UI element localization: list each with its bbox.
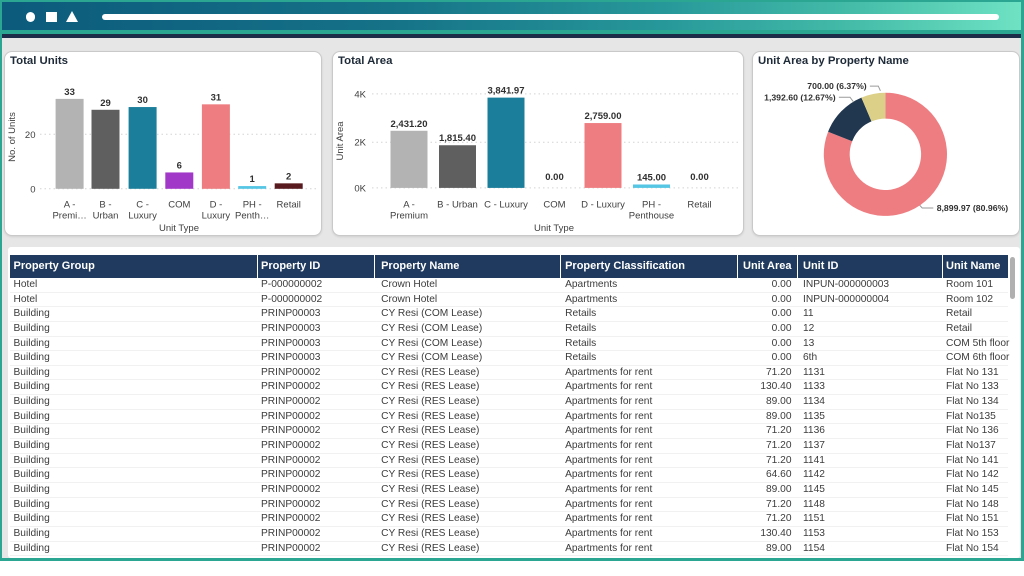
svg-text:700.00 (6.37%): 700.00 (6.37%) <box>807 81 867 91</box>
svg-text:Retail: Retail <box>276 200 300 211</box>
svg-text:Urban: Urban <box>92 211 118 222</box>
svg-text:1: 1 <box>249 174 255 185</box>
svg-text:4K: 4K <box>354 89 366 100</box>
svg-text:2: 2 <box>286 171 291 182</box>
svg-text:1,392.60 (12.67%): 1,392.60 (12.67%) <box>764 92 836 102</box>
svg-text:3,841.97: 3,841.97 <box>487 86 524 97</box>
svg-text:D - Luxury: D - Luxury <box>581 200 625 211</box>
svg-text:PH -: PH - <box>642 200 661 211</box>
svg-text:2,431.20: 2,431.20 <box>390 119 427 130</box>
svg-text:Unit Type: Unit Type <box>159 223 199 234</box>
svg-text:No. of Units: No. of Units <box>7 112 18 162</box>
svg-text:6: 6 <box>176 160 181 171</box>
svg-text:Retail: Retail <box>687 200 711 211</box>
svg-text:1,815.40: 1,815.40 <box>439 133 476 144</box>
svg-text:30: 30 <box>137 95 148 106</box>
svg-text:0: 0 <box>30 184 35 195</box>
svg-text:D -: D - <box>209 200 222 211</box>
svg-text:Luxury: Luxury <box>128 211 157 222</box>
svg-text:COM: COM <box>168 200 190 211</box>
svg-text:PH -: PH - <box>242 200 261 211</box>
svg-text:145.00: 145.00 <box>636 172 665 183</box>
svg-text:Penthouse: Penthouse <box>628 211 673 222</box>
svg-text:2,759.00: 2,759.00 <box>584 111 621 122</box>
svg-text:B - Urban: B - Urban <box>437 200 478 211</box>
svg-text:Penth…: Penth… <box>235 211 269 222</box>
svg-text:0.00: 0.00 <box>545 172 564 183</box>
svg-text:C -: C - <box>136 200 149 211</box>
svg-text:Premium: Premium <box>389 211 427 222</box>
svg-text:2K: 2K <box>354 138 366 149</box>
svg-text:A -: A - <box>403 200 415 211</box>
svg-text:C - Luxury: C - Luxury <box>484 200 528 211</box>
svg-text:0.00: 0.00 <box>690 172 709 183</box>
svg-text:A -: A - <box>63 200 75 211</box>
svg-text:0K: 0K <box>354 183 366 194</box>
svg-text:20: 20 <box>24 130 35 141</box>
svg-text:B -: B - <box>99 200 111 211</box>
svg-text:Unit Type: Unit Type <box>534 223 574 234</box>
svg-text:Luxury: Luxury <box>201 211 230 222</box>
svg-text:Unit Area: Unit Area <box>335 121 346 161</box>
svg-text:29: 29 <box>100 98 111 109</box>
svg-text:8,899.97 (80.96%): 8,899.97 (80.96%) <box>936 203 1008 213</box>
svg-text:31: 31 <box>210 92 221 103</box>
svg-text:COM: COM <box>543 200 565 211</box>
svg-text:33: 33 <box>64 87 75 98</box>
svg-text:Premi…: Premi… <box>52 211 86 222</box>
